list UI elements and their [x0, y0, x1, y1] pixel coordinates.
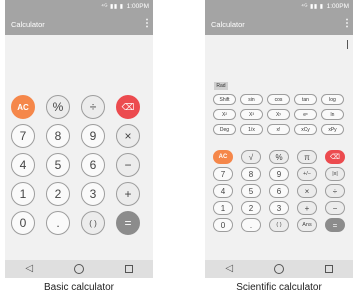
sqrt-button[interactable]: √: [241, 150, 261, 164]
signal-battery-icons: ⁴ᴳ ▮▮ ▮: [301, 4, 324, 10]
digit-8-button[interactable]: 8: [241, 167, 261, 181]
screenshot-stage: ⁴ᴳ ▮▮ ▮ 1:00PM Calculator ⋮ AC % ÷ ⌫ 7 8…: [0, 0, 356, 296]
digit-9-button[interactable]: 9: [81, 124, 105, 148]
angle-mode-indicator: Rad: [214, 82, 228, 90]
log-button[interactable]: log: [321, 94, 344, 105]
recent-apps-icon[interactable]: [324, 265, 333, 273]
scientific-keypad: AC √ % π ⌫ 7 8 9 +/− |x| 4 5 6 × ÷ 1 2 3…: [213, 150, 345, 232]
digit-7-button[interactable]: 7: [11, 124, 35, 148]
delete-button[interactable]: ⌫: [325, 150, 345, 164]
clear-button[interactable]: AC: [11, 95, 35, 119]
status-time: 1:00PM: [326, 3, 349, 10]
factorial-button[interactable]: x!: [267, 124, 290, 135]
equals-button[interactable]: =: [116, 211, 140, 235]
decimal-button[interactable]: .: [46, 211, 70, 235]
navigation-bar: ◁: [5, 260, 153, 278]
absolute-button[interactable]: |x|: [325, 167, 345, 181]
decimal-button[interactable]: .: [241, 218, 261, 232]
sin-button[interactable]: sin: [240, 94, 263, 105]
digit-1-button[interactable]: 1: [11, 182, 35, 206]
ln-button[interactable]: ln: [321, 109, 344, 120]
app-title: Calculator: [11, 19, 45, 29]
subtract-button[interactable]: −: [116, 153, 140, 177]
percent-button[interactable]: %: [46, 95, 70, 119]
divide-button[interactable]: ÷: [81, 95, 105, 119]
combination-button[interactable]: xCy: [294, 124, 317, 135]
divide-button[interactable]: ÷: [325, 184, 345, 198]
shift-button[interactable]: Shift: [213, 94, 236, 105]
basic-keypad: AC % ÷ ⌫ 7 8 9 × 4 5 6 − 1 2 3 + 0 . ( )…: [11, 95, 147, 235]
status-bar: ⁴ᴳ ▮▮ ▮ 1:00PM: [205, 0, 353, 13]
clear-button[interactable]: AC: [213, 150, 233, 164]
negate-button[interactable]: +/−: [297, 167, 317, 181]
navigation-bar: ◁: [205, 260, 353, 278]
scientific-function-keys: Shift sin cos tan log X² X³ Xʸ eˣ ln Deg…: [213, 94, 345, 135]
app-bar: Calculator ⋮: [5, 13, 153, 35]
back-icon[interactable]: ◁: [225, 264, 233, 274]
subtract-button[interactable]: −: [325, 201, 345, 215]
power-button[interactable]: Xʸ: [267, 109, 290, 120]
digit-3-button[interactable]: 3: [269, 201, 289, 215]
digit-6-button[interactable]: 6: [81, 153, 105, 177]
basic-caption: Basic calculator: [43, 282, 115, 293]
cube-button[interactable]: X³: [240, 109, 263, 120]
home-icon[interactable]: [273, 264, 284, 274]
digit-5-button[interactable]: 5: [241, 184, 261, 198]
digit-7-button[interactable]: 7: [213, 167, 233, 181]
parentheses-button[interactable]: ( ): [269, 218, 289, 232]
digit-2-button[interactable]: 2: [46, 182, 70, 206]
overflow-menu-icon[interactable]: ⋮: [142, 19, 152, 29]
digit-5-button[interactable]: 5: [46, 153, 70, 177]
digit-0-button[interactable]: 0: [11, 211, 35, 235]
app-title: Calculator: [211, 19, 245, 29]
digit-0-button[interactable]: 0: [213, 218, 233, 232]
percent-button[interactable]: %: [269, 150, 289, 164]
add-button[interactable]: +: [297, 201, 317, 215]
digit-2-button[interactable]: 2: [241, 201, 261, 215]
cos-button[interactable]: cos: [267, 94, 290, 105]
add-button[interactable]: +: [116, 182, 140, 206]
basic-calculator-phone: ⁴ᴳ ▮▮ ▮ 1:00PM Calculator ⋮ AC % ÷ ⌫ 7 8…: [5, 0, 153, 278]
app-bar: Calculator ⋮: [205, 13, 353, 35]
delete-button[interactable]: ⌫: [116, 95, 140, 119]
multiply-button[interactable]: ×: [297, 184, 317, 198]
status-time: 1:00PM: [126, 3, 149, 10]
reciprocal-button[interactable]: 1/x: [240, 124, 263, 135]
parentheses-button[interactable]: ( ): [81, 211, 105, 235]
signal-battery-icons: ⁴ᴳ ▮▮ ▮: [101, 4, 124, 10]
recent-apps-icon[interactable]: [124, 265, 133, 273]
digit-1-button[interactable]: 1: [213, 201, 233, 215]
exp-button[interactable]: eˣ: [294, 109, 317, 120]
pi-button[interactable]: π: [297, 150, 317, 164]
status-bar: ⁴ᴳ ▮▮ ▮ 1:00PM: [5, 0, 153, 13]
scientific-caption: Scientific calculator: [236, 282, 322, 293]
permutation-button[interactable]: xPy: [321, 124, 344, 135]
equals-button[interactable]: =: [325, 218, 345, 232]
back-icon[interactable]: ◁: [25, 264, 33, 274]
digit-8-button[interactable]: 8: [46, 124, 70, 148]
digit-9-button[interactable]: 9: [269, 167, 289, 181]
multiply-button[interactable]: ×: [116, 124, 140, 148]
answer-button[interactable]: Ans: [297, 218, 317, 232]
overflow-menu-icon[interactable]: ⋮: [342, 19, 352, 29]
digit-3-button[interactable]: 3: [81, 182, 105, 206]
digit-4-button[interactable]: 4: [11, 153, 35, 177]
input-cursor[interactable]: [347, 40, 348, 49]
scientific-calculator-phone: ⁴ᴳ ▮▮ ▮ 1:00PM Calculator ⋮ Rad Shift si…: [205, 0, 353, 278]
deg-button[interactable]: Deg: [213, 124, 236, 135]
tan-button[interactable]: tan: [294, 94, 317, 105]
home-icon[interactable]: [73, 264, 84, 274]
digit-6-button[interactable]: 6: [269, 184, 289, 198]
square-button[interactable]: X²: [213, 109, 236, 120]
digit-4-button[interactable]: 4: [213, 184, 233, 198]
